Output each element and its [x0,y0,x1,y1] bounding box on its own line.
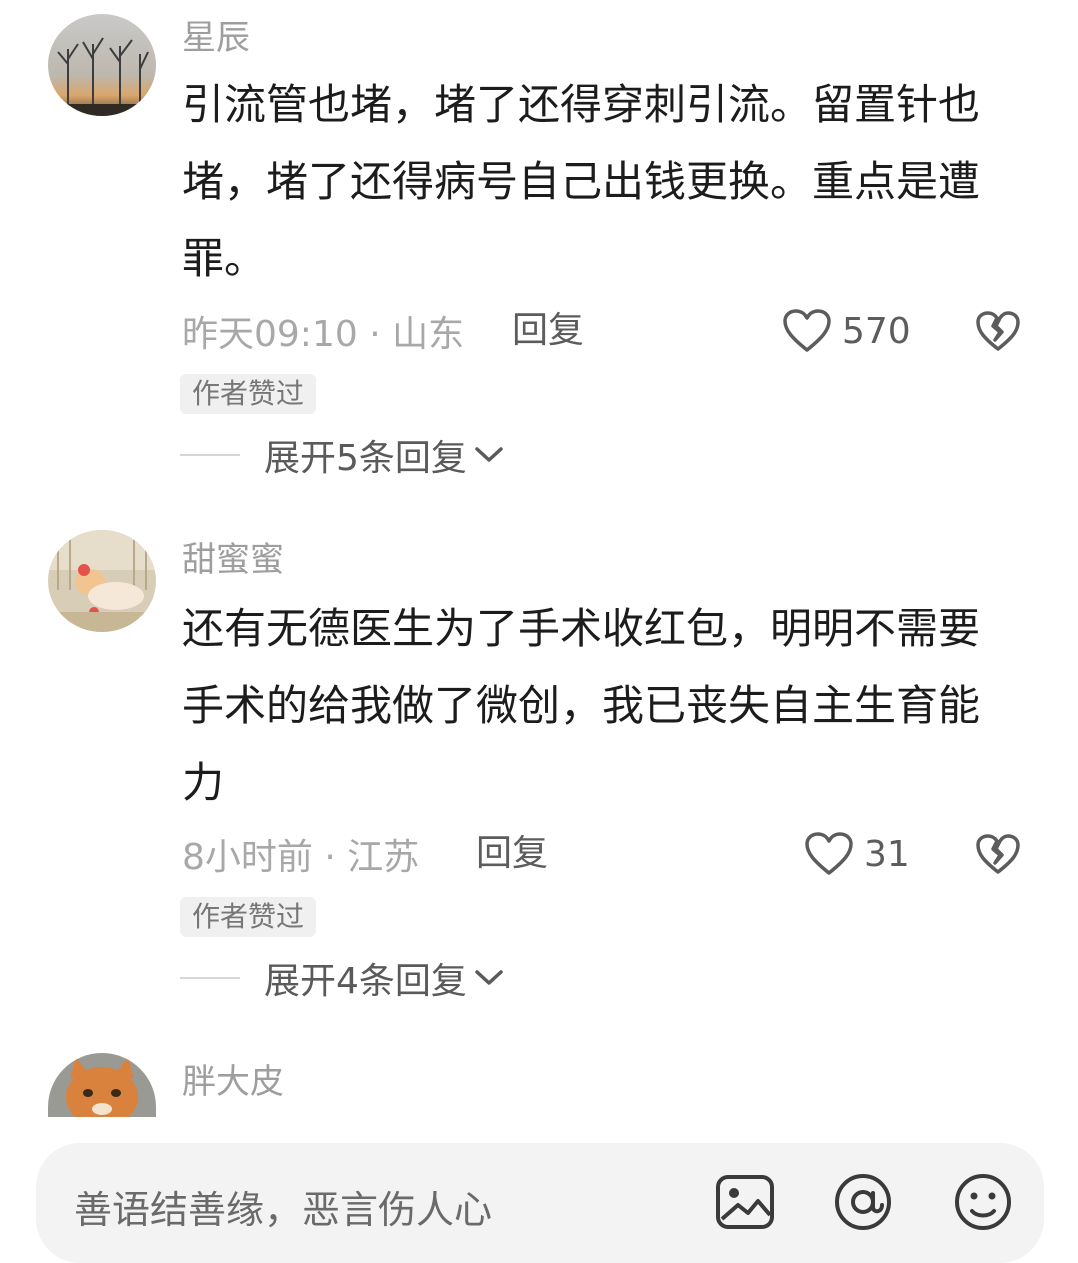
divider [180,454,240,456]
comment-meta: 8小时前 · 江苏 [182,829,419,879]
heart-icon [805,832,853,875]
emoji-icon[interactable] [952,1171,1014,1233]
expand-replies-label: 展开4条回复 [264,961,467,1002]
like-button[interactable]: 570 [782,306,911,356]
image-icon[interactable] [714,1171,776,1233]
avatar[interactable] [48,530,156,632]
like-button[interactable]: 31 [804,829,910,879]
like-count: 31 [864,833,910,875]
dislike-button[interactable] [974,306,1022,356]
like-count: 570 [842,310,911,352]
username[interactable]: 甜蜜蜜 [182,538,284,582]
username[interactable]: 胖大皮 [182,1060,284,1104]
broken-heart-icon [976,834,1020,874]
avatar[interactable] [48,14,156,116]
timestamp-location: 8小时前 · 江苏 [182,837,420,878]
comment-input-bar[interactable]: 善语结善缘，恶言伤人心 [36,1143,1044,1263]
expand-replies-label: 展开5条回复 [264,438,467,479]
comment-text: 还有无德医生为了手术收红包，明明不需要手术的给我做了微创，我已丧失自主生育能力 [182,604,981,807]
comment-text: 引流管也堵，堵了还得穿刺引流。留置针也堵，堵了还得病号自己出钱更换。重点是遭罪。 [182,80,981,283]
at-icon[interactable] [832,1171,894,1233]
broken-heart-icon [976,311,1020,351]
dislike-button[interactable] [974,829,1022,879]
reply-button[interactable]: 回复 [512,306,584,356]
avatar[interactable] [48,1053,156,1117]
comment-meta: 昨天09:10 · 山东 [182,306,464,356]
reply-button[interactable]: 回复 [476,829,548,879]
heart-icon [783,309,831,352]
username[interactable]: 星辰 [182,16,250,60]
expand-replies[interactable]: 展开5条回复 [180,430,505,480]
author-liked-badge: 作者赞过 [180,897,317,937]
author-liked-badge: 作者赞过 [180,374,317,414]
timestamp-location: 昨天09:10 · 山东 [182,314,465,355]
expand-replies[interactable]: 展开4条回复 [180,953,505,1003]
chevron-down-icon [475,447,503,462]
chevron-down-icon [475,970,503,985]
divider [180,977,240,979]
